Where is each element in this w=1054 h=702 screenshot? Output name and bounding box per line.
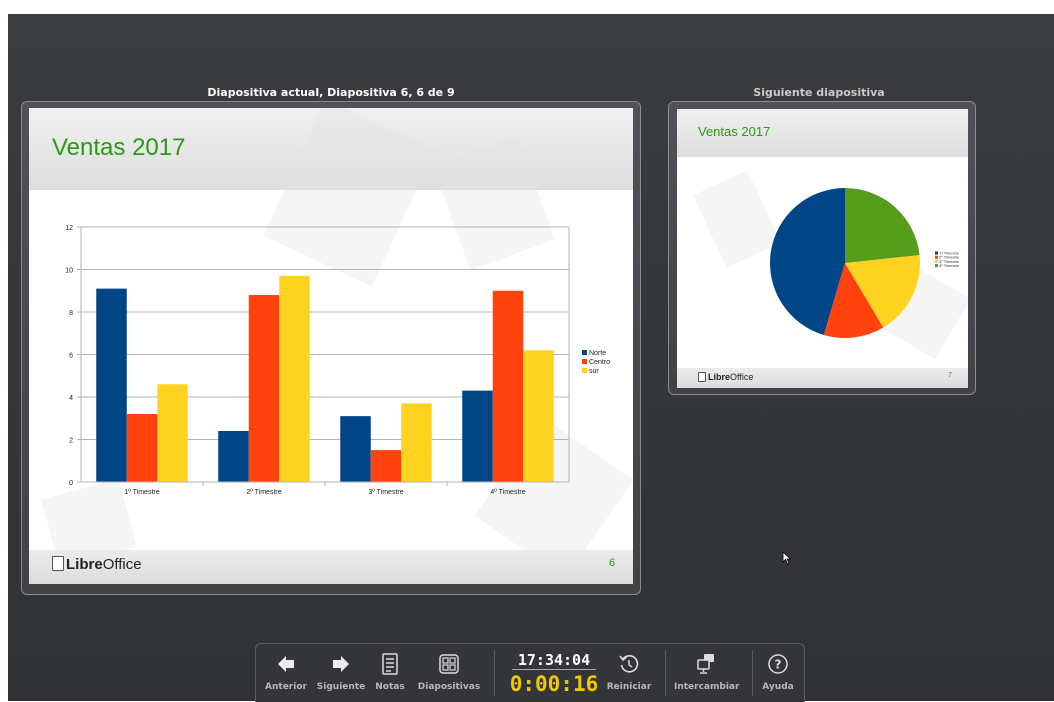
logo-regular-text: Office: [730, 372, 754, 382]
bar: [523, 350, 554, 482]
next-label: Siguiente: [316, 682, 366, 692]
next-slide[interactable]: Ventas 2017 1º Timestre 2º Timestre 3º Tim…: [677, 109, 968, 388]
notes-label: Notas: [375, 682, 405, 692]
slide-grid-icon: [439, 654, 459, 674]
exchange-monitors-icon: [697, 654, 714, 674]
y-tick-label: 8: [69, 310, 73, 317]
libreoffice-logo: LibreOffice: [52, 556, 142, 573]
toolbar-separator: [665, 650, 666, 696]
bar: [370, 450, 402, 482]
elapsed-timer: 0:00:16: [509, 672, 599, 696]
arrow-right-icon: [333, 656, 349, 672]
bar: [462, 390, 493, 482]
pie-slice: [845, 188, 920, 263]
legend-swatch: [935, 259, 938, 263]
document-icon: [52, 556, 64, 571]
x-tick-label: 3º Timestre: [368, 489, 403, 496]
bar-chart: 0 2 4 6 8 10 12 1º Timestre 2º Timestre 3º Timest…: [65, 225, 610, 496]
toolbar-separator: [752, 650, 753, 696]
bar: [157, 384, 188, 482]
notes-button[interactable]: Notas: [372, 652, 408, 692]
restart-clock-icon: [619, 655, 639, 673]
exchange-button[interactable]: Intercambiar: [674, 652, 740, 692]
bar: [218, 431, 249, 482]
mouse-cursor-icon: [782, 551, 792, 565]
presenter-toolbar: Anterior Siguiente Notas Diapositivas 17…: [255, 643, 805, 702]
svg-text:?: ?: [775, 658, 782, 672]
bar: [401, 403, 432, 482]
y-tick-label: 10: [65, 268, 73, 275]
slides-button[interactable]: Diapositivas: [416, 652, 482, 692]
current-slide-caption: Diapositiva actual, Diapositiva 6, 6 de …: [207, 86, 455, 99]
legend-swatch: [935, 251, 938, 255]
logo-bold-text: Libre: [708, 372, 731, 382]
legend-label: Centro: [589, 359, 610, 366]
y-tick-label: 0: [69, 480, 73, 487]
previous-label: Anterior: [265, 682, 307, 692]
previous-button[interactable]: Anterior: [264, 652, 308, 692]
y-tick-label: 6: [69, 353, 73, 360]
bar: [340, 416, 371, 482]
notes-icon: [382, 653, 398, 675]
legend-label: 4º Timestre: [939, 263, 960, 268]
slide-page-number: 6: [609, 557, 616, 569]
document-icon: [698, 372, 706, 382]
bar: [279, 275, 310, 482]
help-button[interactable]: ? Ayuda: [759, 652, 797, 692]
legend-swatch: [582, 350, 587, 355]
legend-swatch: [935, 264, 938, 268]
next-button[interactable]: Siguiente: [315, 652, 367, 692]
logo-bold-text: Libre: [66, 556, 103, 573]
bar: [96, 288, 127, 482]
y-tick-label: 2: [69, 438, 73, 445]
legend-swatch: [582, 368, 587, 373]
logo-regular-text: Office: [102, 556, 142, 573]
x-tick-label: 2º Timestre: [246, 489, 281, 496]
libreoffice-logo: LibreOffice: [698, 372, 753, 382]
slide-page-number: 7: [948, 372, 952, 379]
exchange-label: Intercambiar: [674, 682, 740, 692]
legend-label: sur: [589, 368, 599, 375]
clock-divider: [512, 669, 596, 670]
legend-swatch: [582, 359, 587, 364]
pie-chart: 1º Timestre2º Timestre3º Timestre4º Time…: [770, 188, 960, 338]
bar: [248, 295, 280, 482]
bar: [492, 290, 524, 482]
x-tick-label: 1º Timestre: [124, 489, 159, 496]
help-icon: ?: [768, 654, 788, 674]
clock-display: 17:34:04: [517, 651, 591, 669]
restart-label: Reiniciar: [606, 682, 652, 692]
next-slide-caption: Siguiente diapositiva: [753, 86, 885, 99]
y-tick-label: 4: [69, 395, 73, 402]
help-label: Ayuda: [762, 682, 794, 692]
x-tick-label: 4º Timestre: [490, 489, 525, 496]
restart-button[interactable]: Reiniciar: [606, 652, 652, 692]
y-tick-label: 12: [65, 225, 73, 232]
legend-swatch: [935, 255, 938, 259]
arrow-left-icon: [278, 656, 294, 672]
slides-label: Diapositivas: [417, 682, 481, 692]
legend-label: Norte: [589, 350, 606, 357]
current-slide[interactable]: Ventas 2017 0 2 4 6 8 10 12 1º Timestre 2º Times…: [29, 108, 633, 584]
toolbar-separator: [494, 650, 495, 696]
bar: [126, 414, 158, 482]
